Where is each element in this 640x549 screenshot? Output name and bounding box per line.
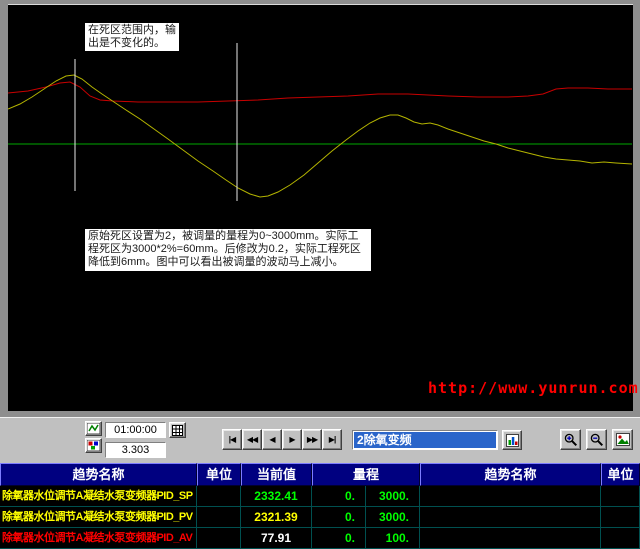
zoom-out-button[interactable] [586, 429, 607, 450]
trend-name-2-cell [420, 528, 601, 549]
grid-icon [172, 425, 183, 436]
header-unit-2: 单位 [601, 463, 640, 486]
nav-fast-back-button[interactable]: ◀◀ [242, 429, 262, 450]
playback-nav-group: |◀ ◀◀ ◀ ▶ ▶▶ ▶| [222, 429, 342, 450]
range-max-cell: 100. [366, 528, 420, 549]
range-min-cell: 0. [312, 486, 366, 507]
zoom-in-button[interactable] [560, 429, 581, 450]
trend-name-cell: 除氧器水位调节A凝结水泵变频器PID_AV [0, 528, 197, 549]
range-max-cell: 3000. [366, 507, 420, 528]
trend-legend-table: 趋势名称 单位 当前值 量程 趋势名称 单位 除氧器水位调节A凝结水泵变频器PI… [0, 463, 640, 549]
unit-cell [197, 486, 241, 507]
trend-group-select[interactable]: 2除氧变频 [352, 430, 498, 450]
nav-back-button[interactable]: ◀ [262, 429, 282, 450]
color-palette-icon [87, 440, 100, 451]
deadband-explanation-annotation: 原始死区设置为2，被调量的量程为0~3000mm。实际工程死区为3000*2%=… [85, 229, 371, 271]
time-span-input[interactable]: 01:00:00 [105, 422, 166, 438]
header-trend-name: 趋势名称 [0, 463, 197, 486]
current-value-cell: 2332.41 [241, 486, 312, 507]
current-value-cell: 77.91 [241, 528, 312, 549]
trend-name-cell: 除氧器水位调节A凝结水泵变频器PID_SP [0, 486, 197, 507]
range-min-cell: 0. [312, 528, 366, 549]
deadband-annotation: 在死区范围内，输出是不变化的。 [85, 23, 179, 51]
range-max-cell: 3000. [366, 486, 420, 507]
header-unit: 单位 [197, 463, 241, 486]
unit-2-cell [601, 507, 640, 528]
website-watermark: http://www.yunrun.com.cn [428, 379, 640, 397]
unit-cell [197, 507, 241, 528]
bar-chart-icon [506, 434, 519, 447]
unit-cell [197, 528, 241, 549]
trend-name-2-cell [420, 486, 601, 507]
nav-last-button[interactable]: ▶| [322, 429, 342, 450]
zoom-out-icon [590, 433, 604, 447]
trend-group-config-button[interactable] [502, 430, 522, 450]
trend-group-selected-value: 2除氧变频 [354, 432, 496, 448]
header-range: 量程 [312, 463, 420, 486]
nav-fast-fwd-button[interactable]: ▶▶ [302, 429, 322, 450]
table-header-row: 趋势名称 单位 当前值 量程 趋势名称 单位 [0, 463, 640, 486]
table-row-pid-sp[interactable]: 除氧器水位调节A凝结水泵变频器PID_SP 2332.41 0. 3000. [0, 486, 640, 507]
nav-first-button[interactable]: |◀ [222, 429, 242, 450]
color-settings-button[interactable] [85, 438, 102, 453]
trend-plot[interactable]: 在死区范围内，输出是不变化的。 原始死区设置为2，被调量的量程为0~3000mm… [8, 4, 633, 411]
pv-curve [8, 75, 632, 197]
range-min-cell: 0. [312, 507, 366, 528]
trend-toolbar: 01:00:00 3.303 |◀ ◀◀ ◀ ▶ ▶▶ ▶| 2除氧变频 [0, 417, 640, 463]
cursor-value-display[interactable]: 3.303 [105, 442, 166, 458]
mini-trend-icon [87, 423, 100, 434]
unit-2-cell [601, 528, 640, 549]
curve-style-button[interactable] [85, 421, 102, 436]
av-curve [8, 82, 632, 102]
trend-name-cell: 除氧器水位调节A凝结水泵变频器PID_PV [0, 507, 197, 528]
export-image-button[interactable] [612, 429, 633, 450]
trend-name-2-cell [420, 507, 601, 528]
header-trend-name-2: 趋势名称 [420, 463, 601, 486]
header-current-value: 当前值 [241, 463, 312, 486]
table-row-pid-pv[interactable]: 除氧器水位调节A凝结水泵变频器PID_PV 2321.39 0. 3000. [0, 507, 640, 528]
nav-forward-button[interactable]: ▶ [282, 429, 302, 450]
unit-2-cell [601, 486, 640, 507]
zoom-in-icon [564, 433, 578, 447]
grid-settings-button[interactable] [169, 422, 186, 438]
trend-chart-region: 在死区范围内，输出是不变化的。 原始死区设置为2，被调量的量程为0~3000mm… [0, 0, 640, 417]
trend-curves [8, 5, 633, 411]
current-value-cell: 2321.39 [241, 507, 312, 528]
trend-viewer-window: 在死区范围内，输出是不变化的。 原始死区设置为2，被调量的量程为0~3000mm… [0, 0, 640, 549]
picture-icon [616, 433, 630, 446]
table-row-pid-av[interactable]: 除氧器水位调节A凝结水泵变频器PID_AV 77.91 0. 100. [0, 528, 640, 549]
